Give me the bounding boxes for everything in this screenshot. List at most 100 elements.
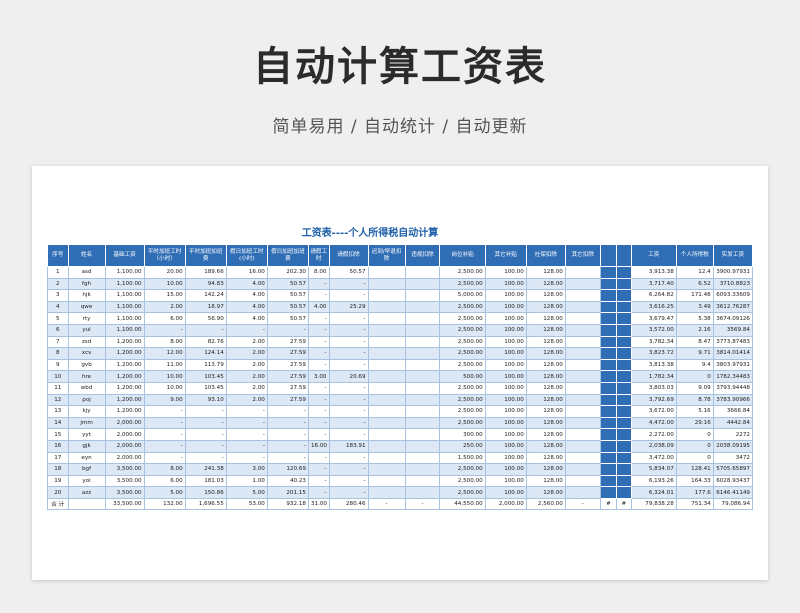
table-cell[interactable]: [404, 312, 441, 325]
table-cell[interactable]: 103.45: [184, 370, 227, 383]
table-cell[interactable]: asd: [67, 266, 106, 279]
table-cell[interactable]: 13: [47, 405, 69, 418]
table-cell[interactable]: 50.57: [266, 312, 309, 325]
table-cell[interactable]: 2,000.00: [104, 451, 145, 465]
table-cell[interactable]: [564, 358, 601, 372]
table-cell[interactable]: [599, 300, 618, 314]
table-cell[interactable]: 2,500.00: [439, 300, 486, 314]
table-cell[interactable]: -: [184, 451, 227, 465]
table-cell[interactable]: [564, 428, 601, 441]
table-cell[interactable]: [616, 486, 632, 499]
table-cell[interactable]: [564, 312, 601, 325]
table-cell[interactable]: jmm: [67, 416, 106, 430]
table-cell[interactable]: 82.76: [184, 335, 227, 349]
table-cell[interactable]: [599, 463, 618, 476]
table-cell[interactable]: [616, 463, 632, 476]
table-cell[interactable]: -: [184, 405, 227, 418]
table-cell[interactable]: 7: [47, 335, 69, 349]
table-cell[interactable]: 5: [47, 312, 69, 325]
table-cell[interactable]: 16.00: [225, 266, 268, 279]
table-cell[interactable]: 128.00: [525, 335, 566, 349]
table-cell[interactable]: -: [225, 451, 268, 465]
table-cell[interactable]: [564, 393, 601, 407]
table-cell[interactable]: 3,500.00: [104, 474, 145, 488]
table-cell[interactable]: [367, 300, 406, 314]
table-cell[interactable]: [367, 277, 406, 291]
table-cell[interactable]: [404, 335, 441, 349]
table-cell[interactable]: 2,500.00: [439, 347, 486, 360]
table-cell[interactable]: 3: [47, 289, 69, 302]
table-cell[interactable]: [564, 486, 601, 499]
table-cell[interactable]: 4.00: [307, 300, 330, 314]
table-cell[interactable]: [404, 486, 441, 499]
table-cell[interactable]: -: [328, 428, 369, 441]
table-cell[interactable]: [564, 474, 601, 488]
table-cell[interactable]: [367, 463, 406, 476]
table-cell[interactable]: [367, 335, 406, 349]
table-cell[interactable]: -: [307, 416, 330, 430]
table-cell[interactable]: -: [307, 289, 330, 302]
table-cell[interactable]: -: [307, 451, 330, 465]
table-cell[interactable]: 100.00: [484, 416, 527, 430]
table-cell[interactable]: [599, 381, 618, 395]
table-cell[interactable]: 128.00: [525, 277, 566, 291]
table-cell[interactable]: 8.00: [307, 266, 330, 279]
table-cell[interactable]: 100.00: [484, 289, 527, 302]
table-cell[interactable]: [404, 277, 441, 291]
table-cell[interactable]: -: [143, 405, 186, 418]
table-cell[interactable]: 3472: [712, 451, 754, 465]
table-cell[interactable]: 18: [47, 463, 69, 476]
table-cell[interactable]: [599, 486, 618, 499]
table-cell[interactable]: 3,672.00: [630, 405, 677, 418]
table-cell[interactable]: zsd: [67, 335, 106, 349]
table-cell[interactable]: 2,500.00: [439, 416, 486, 430]
total-cell[interactable]: -: [404, 497, 441, 511]
table-cell[interactable]: [616, 347, 632, 360]
table-cell[interactable]: -: [328, 405, 369, 418]
table-cell[interactable]: [616, 416, 632, 430]
table-cell[interactable]: 10.00: [143, 277, 186, 291]
table-cell[interactable]: -: [328, 312, 369, 325]
table-cell[interactable]: -: [143, 439, 186, 453]
table-cell[interactable]: xcv: [67, 347, 106, 360]
table-cell[interactable]: -: [307, 323, 330, 337]
table-cell[interactable]: 27.59: [266, 381, 309, 395]
table-cell[interactable]: -: [184, 439, 227, 453]
table-cell[interactable]: 12.4: [675, 266, 714, 279]
table-cell[interactable]: 6146.41149: [712, 486, 754, 499]
table-cell[interactable]: 0: [675, 428, 714, 441]
table-cell[interactable]: 3710.8823: [712, 277, 754, 291]
table-cell[interactable]: 20.00: [143, 266, 186, 279]
table-cell[interactable]: 4442.84: [712, 416, 754, 430]
table-cell[interactable]: -: [184, 323, 227, 337]
table-cell[interactable]: -: [328, 393, 369, 407]
table-cell[interactable]: wbd: [67, 381, 106, 395]
table-cell[interactable]: 4: [47, 300, 69, 314]
table-cell[interactable]: [367, 405, 406, 418]
table-cell[interactable]: yyt: [67, 428, 106, 441]
table-cell[interactable]: -: [143, 428, 186, 441]
table-cell[interactable]: [564, 405, 601, 418]
table-cell[interactable]: 17: [47, 451, 69, 465]
table-cell[interactable]: 14: [47, 416, 69, 430]
table-cell[interactable]: 9: [47, 358, 69, 372]
table-cell[interactable]: -: [307, 463, 330, 476]
table-cell[interactable]: [404, 393, 441, 407]
table-cell[interactable]: [404, 428, 441, 441]
total-cell[interactable]: #: [599, 497, 618, 511]
table-cell[interactable]: -: [184, 416, 227, 430]
table-cell[interactable]: -: [266, 323, 309, 337]
table-cell[interactable]: 3,913.38: [630, 266, 677, 279]
table-cell[interactable]: 2,000.00: [104, 416, 145, 430]
table-cell[interactable]: 100.00: [484, 486, 527, 499]
table-cell[interactable]: 2,500.00: [439, 474, 486, 488]
table-cell[interactable]: [367, 381, 406, 395]
total-cell[interactable]: 79,838.28: [630, 497, 677, 511]
table-cell[interactable]: 128.00: [525, 474, 566, 488]
table-cell[interactable]: 128.41: [675, 463, 714, 476]
table-cell[interactable]: 3,679.47: [630, 312, 677, 325]
table-cell[interactable]: 3,500.00: [104, 463, 145, 476]
table-cell[interactable]: 100.00: [484, 347, 527, 360]
table-cell[interactable]: 128.00: [525, 486, 566, 499]
table-cell[interactable]: [404, 347, 441, 360]
